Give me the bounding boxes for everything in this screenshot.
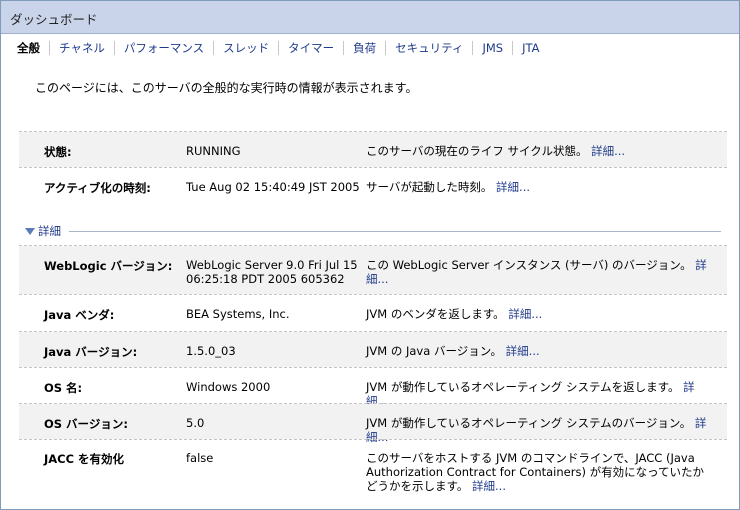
table-row: Java ベンダ: BEA Systems, Inc. JVM のベンダを返しま… [19,295,727,331]
row-description: このサーバをホストする JVM のコマンドラインで、JACC (Java Aut… [366,451,705,493]
tab-jms[interactable]: JMS [473,41,514,55]
tab-load[interactable]: 負荷 [344,41,387,55]
row-label: アクティブ化の時刻: [44,181,151,195]
row-description: このサーバの現在のライフ サイクル状態。 詳細... [366,144,626,158]
table-row: Java バージョン: 1.5.0_03 JVM の Java バージョン。 詳… [19,332,727,367]
tab-bar: 全般 チャネル パフォーマンス スレッド タイマー 負荷 セキュリティ JMS … [1,37,540,59]
table-row: アクティブ化の時刻: Tue Aug 02 15:40:49 JST 2005 … [19,168,727,216]
row-value: Tue Aug 02 15:40:49 JST 2005 [186,180,360,194]
detail-toggle-label: 詳細 [38,224,61,238]
triangle-down-icon [25,227,35,235]
row-description: JVM の Java バージョン。 詳細... [366,344,540,358]
row-value: 1.5.0_03 [186,344,236,358]
tab-timers[interactable]: タイマー [279,41,345,55]
row-description: サーバが起動した時刻。 詳細... [366,180,531,194]
tab-channels[interactable]: チャネル [50,41,115,55]
tab-security[interactable]: セキュリティ [386,41,474,55]
row-label: Java ベンダ: [44,308,115,322]
section-divider [69,231,721,232]
row-label: OS バージョン: [44,417,128,431]
tab-jta[interactable]: JTA [513,41,548,55]
tab-threads[interactable]: スレッド [214,41,280,55]
row-value: Windows 2000 [186,380,271,394]
detail-toggle[interactable]: 詳細 [25,224,61,238]
row-description: この WebLogic Server インスタンス (サーバ) のバージョン。 … [366,258,707,286]
row-value: false [186,451,214,465]
dashboard-panel: ダッシュボード 全般 チャネル パフォーマンス スレッド タイマー 負荷 セキュ… [0,0,740,510]
row-label: 状態: [44,145,72,159]
more-link[interactable]: 詳細... [472,479,506,493]
table-row: WebLogic バージョン: WebLogic Server 9.0 Fri … [19,246,727,294]
page-description: このページには、このサーバの全般的な実行時の情報が表示されます。 [35,81,418,95]
row-label: OS 名: [44,381,83,395]
more-link[interactable]: 詳細... [508,307,542,321]
tab-performance[interactable]: パフォーマンス [115,41,215,55]
row-label: WebLogic バージョン: [44,259,173,273]
table-row: 状態: RUNNING このサーバの現在のライフ サイクル状態。 詳細... [19,132,727,167]
row-label: Java バージョン: [44,345,138,359]
tab-general[interactable]: 全般 [1,41,50,55]
table-row: OS 名: Windows 2000 JVM が動作しているオペレーティング シ… [19,368,727,408]
more-link[interactable]: 詳細... [496,180,530,194]
window-title: ダッシュボード [10,12,98,27]
row-value: WebLogic Server 9.0 Fri Jul 15 06:25:18 … [186,258,358,286]
row-value: BEA Systems, Inc. [186,307,290,321]
row-label: JACC を有効化 [44,452,125,466]
table-row: OS バージョン: 5.0 JVM が動作しているオペレーティング システムのバ… [19,404,727,444]
more-link[interactable]: 詳細... [506,344,540,358]
title-bar: ダッシュボード [1,1,739,34]
row-value: 5.0 [186,416,205,430]
more-link[interactable]: 詳細... [591,144,625,158]
table-row: JACC を有効化 false このサーバをホストする JVM のコマンドライン… [19,440,727,502]
row-description: JVM のベンダを返します。 詳細... [366,307,543,321]
row-value: RUNNING [186,144,241,158]
